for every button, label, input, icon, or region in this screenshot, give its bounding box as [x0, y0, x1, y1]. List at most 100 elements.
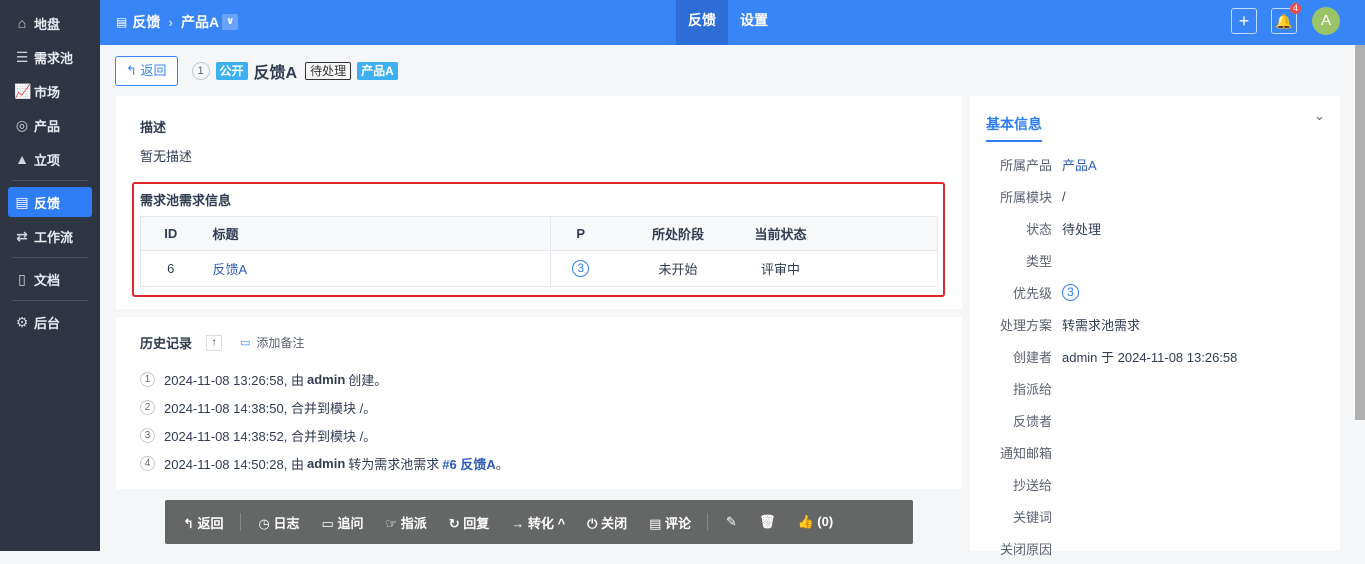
- list-icon: ☰: [15, 48, 29, 65]
- info-value: 待处理: [1062, 221, 1102, 237]
- list-item: 4 2024-11-08 14:50:28, 由 admin 转为需求池需求 #6…: [140, 449, 509, 477]
- col-id: ID: [140, 216, 201, 251]
- back-arrow-icon: ↰: [126, 63, 141, 78]
- info-row: 关键词: [970, 500, 1237, 532]
- info-label: 类型: [1025, 253, 1052, 269]
- sidebar-item-project[interactable]: ▲ 立项: [8, 144, 92, 174]
- info-value: /: [1062, 188, 1066, 204]
- label: 评论: [665, 515, 692, 531]
- back-button[interactable]: ↰ 返回: [183, 513, 224, 532]
- col-stage: 所处阶段: [610, 216, 746, 251]
- basic-info-tab[interactable]: 基本信息: [986, 114, 1042, 142]
- col-spacer: [815, 216, 938, 251]
- message-icon: ▭: [321, 515, 334, 531]
- info-row: 优先级 3: [970, 276, 1237, 308]
- info-value: 转需求池需求: [1062, 317, 1141, 333]
- chevron-down-icon[interactable]: ⌄: [1314, 108, 1325, 124]
- tab-feedback[interactable]: 反馈: [676, 0, 728, 45]
- info-row: 状态 待处理: [970, 212, 1237, 244]
- info-value[interactable]: 产品A: [1062, 155, 1097, 174]
- info-label: 所属产品: [999, 157, 1052, 173]
- divider: [707, 513, 709, 531]
- scrollbar[interactable]: [1355, 45, 1365, 420]
- history-index: 4: [140, 455, 155, 471]
- info-list: 所属产品 产品A 所属模块 / 状态 待处理 类型 优先级 3 处理方案 转需求池需求 创建者 admi…: [970, 148, 1237, 564]
- refresh-icon: ↻: [448, 515, 460, 531]
- info-row: 反馈者: [970, 404, 1237, 436]
- cell-title-link[interactable]: 反馈A: [200, 250, 551, 287]
- sort-arrow-up-icon[interactable]: ↑: [206, 334, 223, 351]
- comment-button[interactable]: ▤ 评论: [649, 513, 691, 532]
- history-text: 2024-11-08 14:38:50, 合并到模块 /。: [164, 400, 377, 416]
- sidebar-item-market[interactable]: 📈 市场: [8, 76, 92, 106]
- gear-icon: ⚙: [15, 313, 29, 330]
- sidebar-item-product[interactable]: ◎ 产品: [8, 110, 92, 140]
- history-index: 3: [140, 427, 155, 443]
- list-item: 1 2024-11-08 13:26:58, 由 admin 创建。: [140, 365, 509, 393]
- id-badge: 1: [191, 62, 210, 80]
- rocket-icon: ▲: [15, 151, 29, 167]
- top-nav: 反馈 设置: [676, 0, 780, 45]
- info-label: 关闭原因: [999, 541, 1052, 557]
- history-index: 2: [140, 399, 155, 415]
- divider: [12, 300, 88, 301]
- cell-state: 评审中: [760, 262, 800, 277]
- divider: [12, 257, 88, 258]
- breadcrumb-product[interactable]: 产品A: [181, 12, 219, 32]
- bulb-icon: ◎: [15, 116, 29, 133]
- top-bar: ▤ 反馈 › 产品A ∨ 反馈 设置 + 🔔 4 A: [100, 0, 1365, 45]
- add-note-link[interactable]: 添加备注: [256, 334, 304, 351]
- sidebar-item-workflow[interactable]: ⇄ 工作流: [8, 221, 92, 251]
- arrow-right-icon: →: [511, 515, 525, 531]
- history-text: 2024-11-08 14:50:28, 由: [164, 456, 304, 472]
- info-row: 类型: [970, 244, 1237, 276]
- history-user: admin: [306, 455, 346, 471]
- info-label: 所属模块: [999, 189, 1052, 205]
- cell-p: 3: [551, 251, 611, 287]
- col-p: P: [550, 216, 611, 251]
- divider: [12, 180, 88, 181]
- info-row: 关闭原因: [970, 532, 1237, 564]
- sidebar-item-docs[interactable]: ▯ 文档: [8, 264, 92, 294]
- history-card: 历史记录 ↑ ▭ 添加备注 1 2024-11-08 13:26:58, 由 ad…: [116, 317, 962, 489]
- reply-button[interactable]: ↻ 回复: [449, 513, 490, 532]
- label: 回复: [463, 515, 490, 531]
- history-action: 转为需求池需求: [348, 456, 440, 472]
- label: 关闭: [601, 515, 628, 531]
- description-body: 暂无描述: [140, 149, 193, 164]
- ask-button[interactable]: ▭ 追问: [322, 513, 364, 532]
- info-label: 指派给: [1012, 381, 1052, 397]
- sidebar-item-pool[interactable]: ☰ 需求池: [8, 42, 92, 72]
- cell-spacer: [816, 251, 938, 287]
- back-button[interactable]: ↰ 返回: [115, 56, 178, 86]
- info-label: 优先级: [1012, 285, 1052, 301]
- story-link[interactable]: #6 反馈A: [442, 454, 495, 473]
- info-row: 指派给: [970, 372, 1237, 404]
- trash-icon[interactable]: 🗑: [759, 514, 776, 530]
- like-button[interactable]: 👍 (0): [797, 514, 833, 530]
- assign-button[interactable]: ☞ 指派: [385, 513, 426, 532]
- col-state: 当前状态: [745, 216, 816, 251]
- log-button[interactable]: ◷ 日志: [259, 513, 300, 532]
- pool-info-section: 需求池需求信息 ID 标题 P 所处阶段 当前状态 6 反馈A 3 未开始 评审…: [132, 182, 945, 297]
- chart-icon: 📈: [14, 82, 32, 99]
- label: 转化: [527, 515, 554, 531]
- sidebar-item-dashboard[interactable]: ⌂ 地盘: [8, 8, 92, 38]
- breadcrumb-feedback[interactable]: 反馈: [132, 12, 160, 32]
- edit-icon[interactable]: ✎: [726, 514, 737, 530]
- label: 追问: [337, 515, 364, 531]
- label: 指派: [400, 515, 427, 531]
- info-row: 处理方案 转需求池需求: [970, 308, 1237, 340]
- cell-id: 6: [167, 261, 175, 276]
- avatar[interactable]: A: [1312, 7, 1340, 35]
- history-action: 创建。: [348, 372, 388, 388]
- tab-settings[interactable]: 设置: [728, 0, 780, 45]
- convert-button[interactable]: → 转化 ^: [511, 513, 565, 532]
- sidebar-item-feedback[interactable]: ▤ 反馈: [8, 187, 92, 217]
- product-dropdown-button[interactable]: ∨: [222, 14, 239, 30]
- sidebar-item-admin[interactable]: ⚙ 后台: [8, 307, 92, 337]
- priority-badge: 3: [572, 260, 590, 277]
- close-button[interactable]: ⏻ 关闭: [587, 513, 627, 532]
- add-button[interactable]: +: [1231, 8, 1257, 34]
- power-icon: ⏻: [587, 515, 598, 531]
